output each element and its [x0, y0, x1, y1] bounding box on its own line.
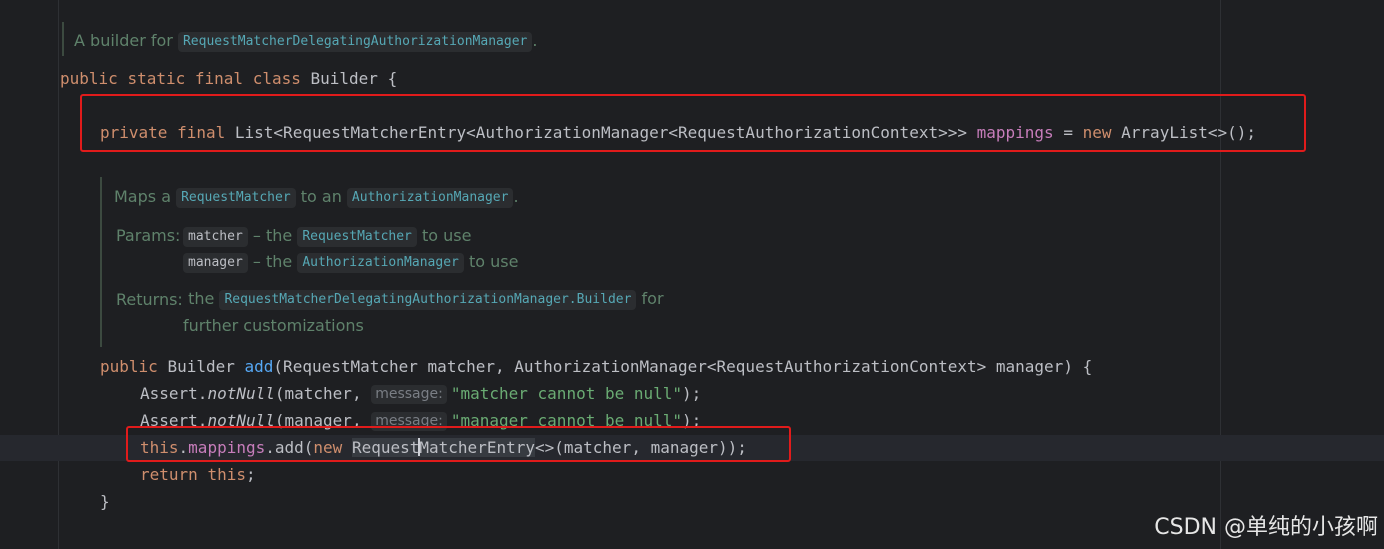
doc-text: .: [513, 187, 519, 206]
return-type: Builder: [167, 357, 235, 376]
string-literal: "matcher cannot be null": [450, 384, 683, 403]
punct: ;: [245, 465, 256, 484]
indent-guide: [58, 0, 59, 549]
param-hint: message:: [371, 385, 447, 404]
class-ref: Assert.: [140, 384, 208, 403]
param-matcher[interactable]: matcher – the RequestMatcher to use: [183, 225, 471, 247]
code-line-return[interactable]: return this;: [140, 465, 256, 485]
doc-text: Maps a: [114, 187, 177, 206]
returns-desc[interactable]: the RequestMatcherDelegatingAuthorizatio…: [183, 288, 664, 310]
class-doc-comment[interactable]: A builder for RequestMatcherDelegatingAu…: [74, 30, 537, 52]
watermark: CSDN @单纯的小孩啊: [1154, 515, 1378, 540]
method-params: (RequestMatcher matcher, AuthorizationMa…: [273, 357, 1093, 376]
doc-text: – the: [247, 252, 298, 271]
code-line-close-brace[interactable]: }: [100, 492, 110, 512]
keyword: final: [194, 69, 244, 88]
args: (matcher,: [274, 384, 372, 403]
doc-link[interactable]: RequestMatcherDelegatingAuthorizationMan…: [219, 290, 637, 310]
punct: );: [682, 384, 702, 403]
returns-desc-line2: further customizations: [183, 316, 364, 335]
class-name: Builder: [310, 69, 378, 88]
keyword: public: [60, 69, 118, 88]
code-line-method-sig[interactable]: public Builder add(RequestMatcher matche…: [100, 357, 1092, 377]
doc-bar-method: [100, 177, 102, 347]
right-margin-guide: [1220, 0, 1221, 549]
doc-text: to use: [463, 252, 519, 271]
doc-text: for: [636, 289, 664, 308]
code-line-assert-matcher[interactable]: Assert.notNull(matcher, message: "matcher…: [140, 384, 701, 404]
keyword: this: [207, 465, 246, 484]
doc-link[interactable]: RequestMatcherDelegatingAuthorizationMan…: [177, 32, 533, 52]
highlight-box-field: [80, 94, 1306, 152]
doc-text: – the: [247, 226, 298, 245]
doc-link[interactable]: AuthorizationManager: [297, 253, 464, 273]
param-name: matcher: [183, 227, 248, 247]
doc-text: A builder for: [74, 31, 178, 50]
doc-link[interactable]: AuthorizationManager: [346, 188, 514, 208]
keyword: class: [252, 69, 301, 88]
code-line-class-decl[interactable]: public static final class Builder {: [60, 69, 397, 89]
doc-bar-class: [62, 22, 64, 56]
method-name: add: [244, 357, 274, 376]
doc-text: the: [183, 289, 220, 308]
keyword: return: [140, 465, 198, 484]
doc-text: .: [532, 31, 538, 50]
brace: {: [387, 69, 398, 88]
params-label: Params:: [116, 226, 181, 245]
param-name: manager: [183, 253, 248, 273]
returns-label: Returns:: [116, 290, 183, 309]
method-doc-summary[interactable]: Maps a RequestMatcher to an Authorizatio…: [114, 186, 519, 208]
doc-link[interactable]: RequestMatcher: [176, 188, 296, 208]
doc-link[interactable]: RequestMatcher: [297, 227, 417, 247]
static-method: notNull: [207, 384, 275, 403]
doc-text: to an: [295, 187, 347, 206]
param-manager[interactable]: manager – the AuthorizationManager to us…: [183, 251, 518, 273]
highlight-box-add: [126, 426, 791, 462]
keyword: public: [100, 357, 158, 376]
keyword: static: [127, 69, 186, 88]
doc-text: to use: [416, 226, 472, 245]
